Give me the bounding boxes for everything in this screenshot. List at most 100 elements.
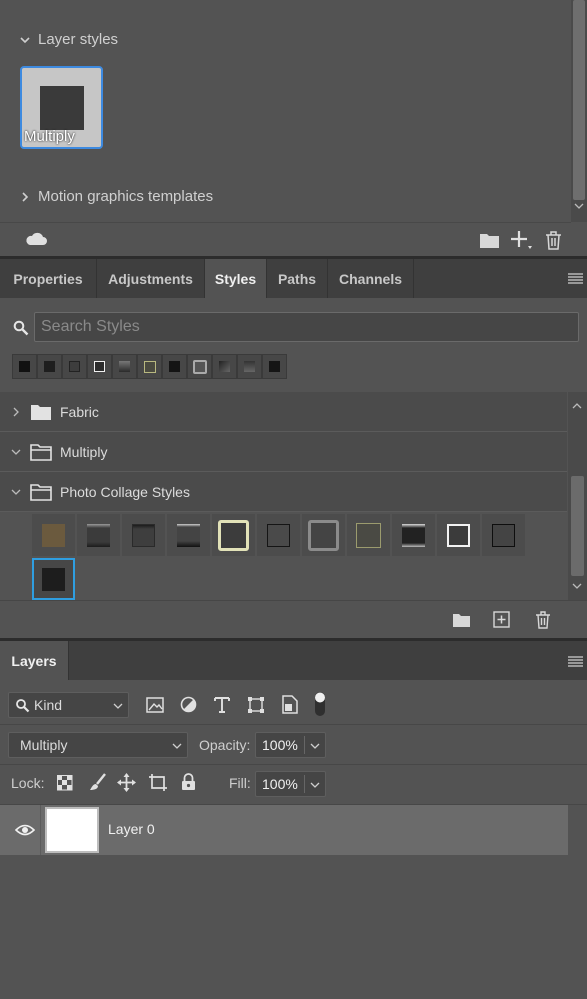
libraries-panel: Layer styles Multiply Motion graphics te… (0, 0, 587, 256)
pixel-layer-filter-icon[interactable] (146, 697, 164, 713)
motion-templates-heading: Motion graphics templates (38, 188, 214, 205)
style-tile-multiply[interactable]: Multiply (20, 66, 103, 149)
panel-menu-icon[interactable] (568, 656, 583, 667)
style-group-label: Fabric (60, 403, 99, 420)
library-scroll-thumb[interactable] (573, 0, 585, 200)
style-group-label: Multiply (60, 443, 108, 460)
style-group-fabric[interactable]: Fabric (0, 392, 567, 432)
opacity-field[interactable]: 100% (255, 732, 326, 758)
lock-transparent-pixels-icon[interactable] (57, 775, 73, 791)
chevron-down-icon (20, 36, 30, 43)
layer-styles-section-header[interactable]: Layer styles (18, 31, 118, 48)
chevron-right-icon (13, 407, 19, 416)
style-swatch[interactable] (257, 514, 300, 556)
style-group-label: Photo Collage Styles (60, 483, 190, 500)
tab-layers[interactable]: Layers (0, 641, 69, 680)
tab-paths[interactable]: Paths (267, 259, 328, 298)
new-style-icon[interactable] (493, 611, 510, 628)
chevron-down-icon (113, 703, 123, 709)
style-swatch[interactable] (212, 514, 255, 556)
chevron-right-icon (22, 191, 29, 202)
fill-field[interactable]: 100% (255, 771, 326, 797)
recent-style-swatch[interactable] (62, 354, 87, 379)
recent-style-swatch[interactable] (162, 354, 187, 379)
shape-layer-filter-icon[interactable] (247, 696, 265, 714)
recent-style-swatch[interactable] (187, 354, 212, 379)
chevron-down-icon (172, 743, 182, 749)
style-swatch[interactable] (392, 514, 435, 556)
trash-icon[interactable] (545, 231, 562, 250)
recent-style-swatch[interactable] (262, 354, 287, 379)
styles-tree: Fabric Multiply Photo Collage Styles (0, 392, 567, 512)
folder-icon (31, 404, 51, 420)
lock-image-pixels-brush-icon[interactable] (89, 773, 107, 792)
style-swatch-selected[interactable] (32, 558, 75, 600)
style-swatch[interactable] (122, 514, 165, 556)
style-group-photo-collage[interactable]: Photo Collage Styles (0, 472, 567, 512)
layer-styles-heading: Layer styles (38, 31, 119, 48)
filter-toggle-icon[interactable] (313, 690, 327, 718)
tab-channels[interactable]: Channels (328, 259, 414, 298)
cloud-icon[interactable] (24, 231, 48, 247)
recent-style-swatch[interactable] (37, 354, 62, 379)
recent-style-swatch[interactable] (112, 354, 137, 379)
tab-styles[interactable]: Styles (205, 259, 267, 298)
layer-name[interactable]: Layer 0 (108, 821, 155, 837)
search-placeholder: Search Styles (41, 318, 140, 335)
filter-kind-dropdown[interactable]: Kind (8, 692, 129, 718)
layer-row[interactable]: Layer 0 (0, 805, 568, 855)
tab-properties[interactable]: Properties (0, 259, 97, 298)
lock-position-move-icon[interactable] (117, 773, 136, 792)
layer-thumbnail[interactable] (45, 807, 99, 853)
opacity-value: 100% (262, 737, 298, 753)
search-styles-input[interactable]: Search Styles (34, 312, 579, 342)
panel-menu-icon[interactable] (568, 273, 583, 284)
chevron-down-icon[interactable] (310, 742, 320, 750)
recent-style-swatch[interactable] (137, 354, 162, 379)
style-swatch[interactable] (437, 514, 480, 556)
chevron-down-icon[interactable] (310, 781, 320, 789)
new-group-folder-icon[interactable] (452, 612, 471, 628)
style-swatch[interactable] (302, 514, 345, 556)
style-swatch[interactable] (347, 514, 390, 556)
folder-open-icon (30, 443, 52, 461)
recent-style-swatch[interactable] (237, 354, 262, 379)
lock-artboard-icon[interactable] (148, 773, 168, 792)
lock-label: Lock: (11, 775, 45, 791)
recent-style-swatch[interactable] (212, 354, 237, 379)
folder-icon[interactable] (479, 231, 500, 249)
blend-mode-value: Multiply (20, 737, 68, 753)
smart-object-filter-icon[interactable] (281, 695, 298, 714)
blend-mode-dropdown[interactable]: Multiply (8, 732, 188, 758)
styles-scroll-thumb[interactable] (571, 476, 584, 576)
style-swatch[interactable] (167, 514, 210, 556)
style-tile-label: Multiply (24, 128, 75, 145)
filter-kind-label: Kind (34, 697, 63, 713)
motion-templates-section-header[interactable]: Motion graphics templates (18, 188, 213, 205)
trash-icon[interactable] (535, 611, 551, 629)
styles-panel-body: Search Styles Fabric Multiply Photo Coll… (0, 298, 587, 636)
add-icon[interactable] (510, 230, 534, 252)
adjustment-layer-filter-icon[interactable] (180, 696, 197, 713)
scroll-down-icon[interactable] (574, 202, 584, 210)
style-swatch[interactable] (482, 514, 525, 556)
lock-all-icon[interactable] (181, 773, 196, 791)
opacity-label: Opacity: (199, 737, 251, 753)
style-tile-preview (40, 86, 84, 130)
search-icon (13, 320, 29, 336)
recent-style-swatch[interactable] (87, 354, 112, 379)
scroll-up-icon[interactable] (572, 402, 582, 410)
scroll-down-icon[interactable] (572, 582, 582, 590)
eye-visibility-icon[interactable] (15, 823, 35, 837)
style-swatch[interactable] (32, 514, 75, 556)
chevron-down-icon (11, 489, 21, 495)
style-swatch[interactable] (77, 514, 120, 556)
recent-styles-strip (12, 354, 287, 379)
tab-adjustments[interactable]: Adjustments (97, 259, 205, 298)
layers-panel-body: Kind Multiply Opacity: 100% Lock: Fill: … (0, 680, 587, 999)
type-layer-filter-icon[interactable] (214, 696, 230, 713)
layers-panel-tabs: Layers (0, 638, 587, 680)
recent-style-swatch[interactable] (12, 354, 37, 379)
folder-open-icon (30, 483, 52, 501)
style-group-multiply[interactable]: Multiply (0, 432, 567, 472)
